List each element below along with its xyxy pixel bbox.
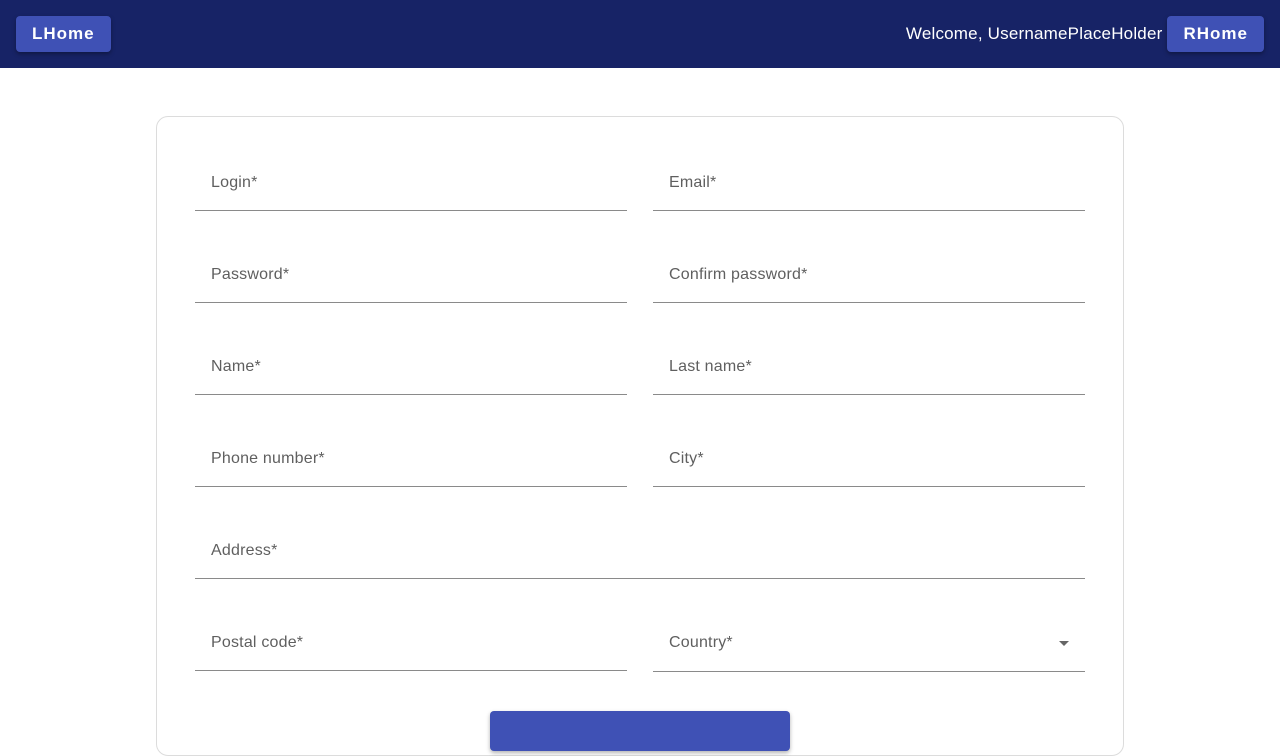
city-field[interactable]: City* bbox=[653, 431, 1085, 487]
password-field[interactable]: Password* bbox=[195, 247, 627, 303]
dropdown-arrow-icon[interactable] bbox=[1059, 641, 1069, 646]
email-field[interactable]: Email* bbox=[653, 155, 1085, 211]
password-field-label: Password* bbox=[211, 266, 290, 283]
country-select[interactable]: Country* bbox=[653, 615, 1085, 672]
name-field[interactable]: Name* bbox=[195, 339, 627, 395]
name-field-label: Name* bbox=[211, 358, 261, 375]
country-select-label: Country* bbox=[669, 634, 733, 651]
address-field[interactable]: Address* bbox=[195, 523, 1085, 579]
top-toolbar: LHome Welcome, UsernamePlaceHolder RHome bbox=[0, 0, 1280, 68]
rhome-button[interactable]: RHome bbox=[1167, 16, 1264, 52]
phone-number-field[interactable]: Phone number* bbox=[195, 431, 627, 487]
address-field-label: Address* bbox=[211, 542, 278, 559]
postal-code-field[interactable]: Postal code* bbox=[195, 615, 627, 671]
email-field-label: Email* bbox=[669, 174, 717, 191]
confirm-password-field[interactable]: Confirm password* bbox=[653, 247, 1085, 303]
login-field[interactable]: Login* bbox=[195, 155, 627, 211]
login-field-label: Login* bbox=[211, 174, 258, 191]
lhome-button[interactable]: LHome bbox=[16, 16, 111, 52]
registration-form-card: Login* Email* Password* Confirm password… bbox=[156, 116, 1124, 756]
toolbar-right-group: Welcome, UsernamePlaceHolder RHome bbox=[906, 16, 1264, 52]
postal-code-field-label: Postal code* bbox=[211, 634, 304, 651]
welcome-text: Welcome, UsernamePlaceHolder bbox=[905, 24, 1163, 43]
submit-button[interactable] bbox=[490, 711, 790, 751]
last-name-field[interactable]: Last name* bbox=[653, 339, 1085, 395]
city-field-label: City* bbox=[669, 450, 704, 467]
last-name-field-label: Last name* bbox=[669, 358, 752, 375]
confirm-password-field-label: Confirm password* bbox=[669, 266, 808, 283]
phone-number-field-label: Phone number* bbox=[211, 450, 325, 467]
